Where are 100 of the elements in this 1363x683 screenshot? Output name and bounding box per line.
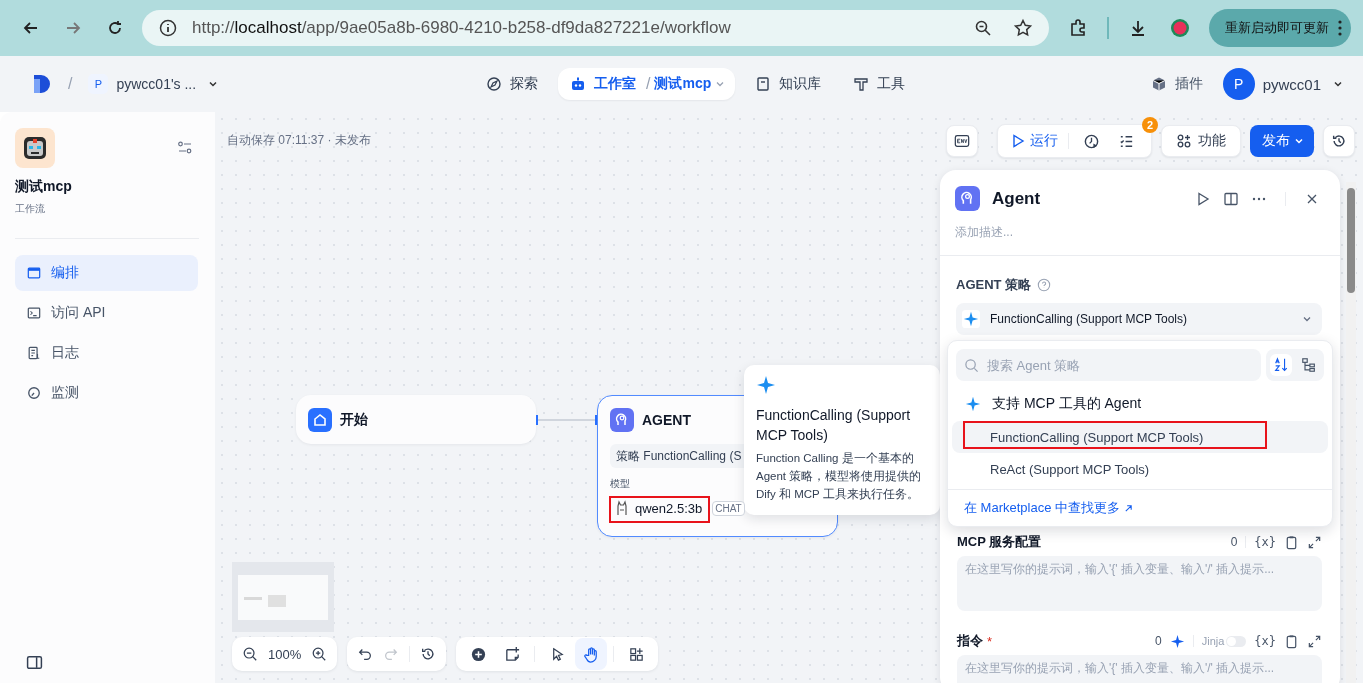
undo-icon[interactable] [357,646,374,662]
zoom-out-icon[interactable] [242,646,258,662]
strategy-label: AGENT 策略 [956,276,1032,294]
compass-icon [486,76,502,92]
strategy-value: FunctionCalling (Support MCP Tools) [990,312,1188,326]
features-icon [1176,133,1192,149]
jinja-label: Jinja [1201,635,1225,647]
plus-icon [469,645,487,663]
agent-icon [610,408,634,432]
clipboard-icon[interactable] [1284,534,1299,550]
book-icon [755,76,772,92]
avatar: P [1222,68,1255,100]
collapse-sidebar-icon[interactable] [26,654,43,671]
history-icon [1331,133,1347,149]
hand-icon [582,645,600,663]
required-mark: * [987,633,993,649]
breadcrumb-separator: / [646,75,651,93]
prompt-field[interactable]: 在这里写你的提示词，输入'{' 插入变量、输入'/' 插入提示... [957,655,1322,683]
document-icon [27,346,41,360]
update-button[interactable]: 重新启动即可更新 [1209,9,1351,47]
field-label: 指令 [957,632,983,650]
workspace-name: pywcc01's ... [116,76,197,92]
agent-icon [955,186,980,211]
grid-plus-icon [627,645,645,663]
sort-icon[interactable] [1270,354,1292,376]
workspace-badge: P [88,74,109,94]
marketplace-link[interactable]: 在 Marketplace 中查找更多 [964,499,1134,517]
hand-tool[interactable] [575,638,608,670]
workspace-switcher[interactable]: P pywcc01's ... [88,74,219,94]
cube-icon [1150,76,1167,92]
edge-line [536,419,597,421]
insert-variable-button[interactable]: {x} [1254,634,1276,648]
history-button[interactable] [1323,125,1355,157]
run-button[interactable]: 运行 [1010,132,1058,150]
strategy-select[interactable]: FunctionCalling (Support MCP Tools) [956,303,1322,335]
clipboard-icon[interactable] [1284,633,1299,649]
user-name: pywcc01 [1262,75,1321,93]
logo-icon[interactable] [32,73,52,95]
sidebar-item[interactable]: 监测 [15,375,198,411]
publish-button[interactable]: 发布 [1250,125,1314,157]
checklist-count-badge: 2 [1142,117,1158,133]
sidebar-item[interactable]: 日志 [15,335,198,371]
nav-tab[interactable]: 探索 [474,68,550,100]
scrollbar[interactable] [1346,182,1356,683]
start-node[interactable]: 开始 [296,395,536,444]
model-label: 模型 [610,477,630,491]
chevron-down-icon [208,79,219,89]
field-label: MCP 服务配置 [957,533,1042,551]
nav-tab[interactable]: 知识库 [743,68,834,100]
model-name: qwen2.5:3b [635,500,703,516]
sidebar-item[interactable]: 访问 API [15,295,198,331]
panel-title: Agent [992,188,1042,209]
chevron-down-icon [1294,136,1304,146]
character-count: 0 [1155,634,1162,648]
breadcrumb-separator: / [68,75,73,93]
terminal-icon [27,306,41,320]
env-icon [954,133,970,149]
note-icon [503,645,521,663]
features-button[interactable]: 功能 [1161,125,1241,157]
strategy-option[interactable]: ReAct (Support MCP Tools) [952,453,1328,485]
plugins-button[interactable]: 插件 [1150,75,1203,93]
home-icon [308,407,332,432]
play-icon [1010,133,1026,149]
chevron-down-icon [1302,314,1312,324]
sparkle-icon [962,310,980,328]
gauge-icon [27,386,41,400]
user-menu[interactable]: P pywcc01 [1222,68,1343,100]
sidebar-item[interactable]: 编排 [15,255,198,291]
insert-variable-button[interactable]: {x} [1254,535,1276,549]
app-switcher[interactable]: 测试mcp [654,75,726,93]
nav-tab[interactable]: 工具 [841,68,918,100]
address-bar[interactable]: http://localhost/app/9ae05a8b-6980-4210-b258-df9da827221e/workflow [142,10,1049,46]
expand-icon[interactable] [1307,534,1322,550]
description-field[interactable]: 添加描述... [955,223,1305,241]
url-text: http://localhost/app/9ae05a8b-6980-4210-b258-df9da827221e/workflow [192,18,732,38]
zoom-in-icon[interactable] [311,646,328,662]
search-field[interactable]: 搜索 Agent 策略 [956,349,1261,381]
settings-icon[interactable] [177,140,193,156]
app-name: 测试mcp [15,178,73,196]
sparkle-icon[interactable] [1169,633,1185,649]
search-icon [964,357,979,373]
app-type: 工作流 [15,202,46,216]
character-count: 0 [1230,535,1238,549]
node-title: 开始 [340,410,368,429]
node-title: AGENT [642,412,691,428]
history-icon[interactable] [420,646,437,662]
chevron-down-icon [715,79,726,89]
book-icon[interactable] [1223,190,1239,207]
window-icon [27,266,41,280]
more-icon[interactable] [1337,19,1343,37]
env-button[interactable] [946,125,978,157]
robot-icon [570,76,586,92]
expand-icon[interactable] [1307,633,1322,649]
zoom-level[interactable]: 100% [268,646,302,662]
autosave-status: 自动保存 07:11:37 · 未发布 [227,132,371,149]
search-input[interactable]: 搜索 Agent 策略 [985,356,1253,374]
prompt-field[interactable]: 在这里写你的提示词，输入'{' 插入变量、输入'/' 插入提示... [957,556,1322,611]
chevron-down-icon [1333,79,1343,89]
model-type-tag: CHAT [712,500,745,516]
run-icon[interactable] [1195,190,1211,207]
